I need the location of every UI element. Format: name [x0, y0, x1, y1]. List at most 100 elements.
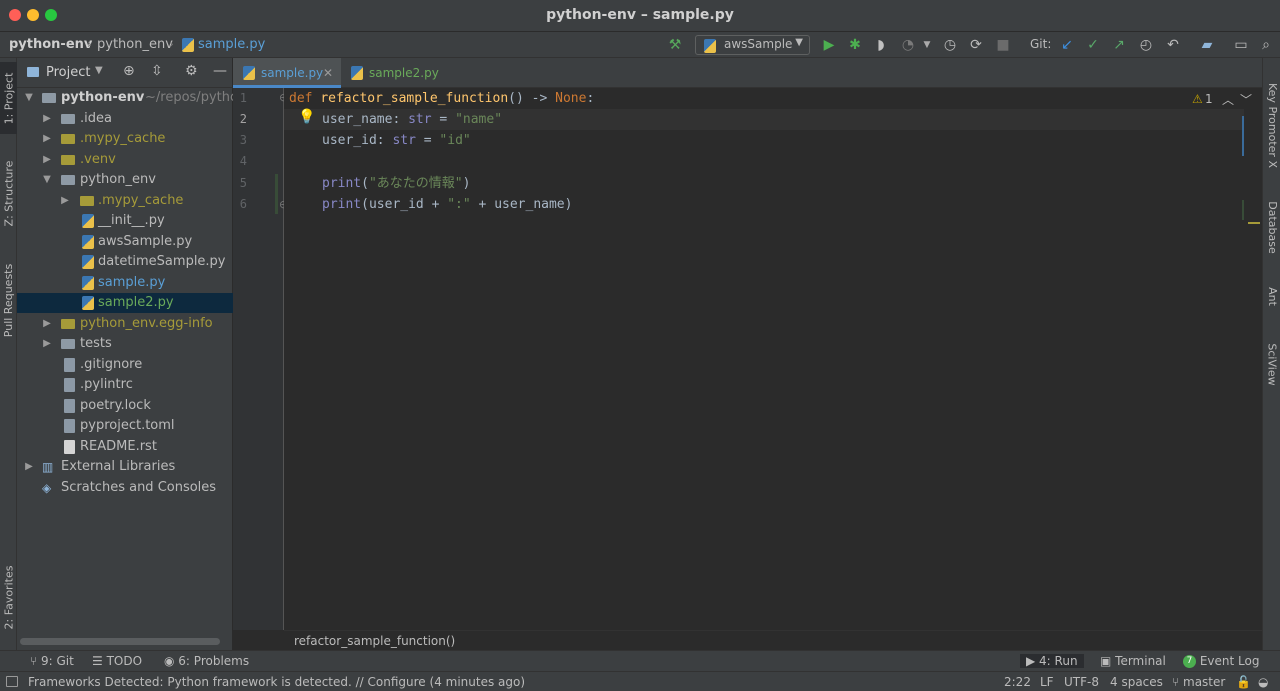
structure-tool-tab[interactable]: Z: Structure: [0, 150, 17, 236]
chevron-down-icon[interactable]: ﹀: [1240, 91, 1252, 108]
collapse-all-icon[interactable]: ⇳: [151, 63, 163, 79]
git-history-icon[interactable]: ◴: [1137, 36, 1155, 54]
warning-icon[interactable]: ⚠: [1192, 92, 1203, 106]
project-structure-icon[interactable]: ▰: [1198, 36, 1216, 54]
close-tab-icon[interactable]: ✕: [323, 58, 333, 88]
horizontal-scrollbar[interactable]: [20, 638, 220, 645]
indent-setting[interactable]: 4 spaces: [1110, 675, 1163, 689]
tree-item-readme[interactable]: README.rst: [17, 437, 233, 457]
scroll-marker: [1242, 116, 1244, 156]
rerun-icon[interactable]: ⟳: [967, 36, 985, 54]
run-tool-button[interactable]: ▶ 4: Run: [1020, 654, 1084, 668]
terminal-tool-button[interactable]: ▣ Terminal: [1100, 654, 1166, 668]
code-editor[interactable]: def refactor_sample_function() -> None: …: [284, 88, 1262, 630]
line-number: 3: [239, 133, 247, 147]
more-run-options-icon[interactable]: ▼: [918, 36, 936, 54]
tree-item-gitignore[interactable]: .gitignore: [17, 355, 233, 375]
build-hammer-icon[interactable]: ⚒: [666, 36, 684, 54]
rollback-icon[interactable]: ↶: [1164, 36, 1182, 54]
breadcrumb-package[interactable]: python_env: [97, 37, 173, 52]
line-separator[interactable]: LF: [1040, 675, 1054, 689]
tree-item-scratches[interactable]: ◈ Scratches and Consoles: [17, 478, 233, 498]
tool-window-bar: ⑂ 9: Git ☰ TODO ◉ 6: Problems ▶ 4: Run ▣…: [0, 650, 1280, 671]
tree-item-idea[interactable]: ▶ .idea: [17, 109, 233, 129]
chevron-up-icon[interactable]: ︿: [1222, 91, 1234, 108]
breadcrumb-separator-icon: ›: [169, 37, 174, 51]
ant-tool-tab[interactable]: Ant: [1263, 276, 1280, 316]
debug-bug-icon[interactable]: ✱: [846, 36, 864, 54]
locate-target-icon[interactable]: ⊕: [123, 63, 135, 79]
lock-icon[interactable]: 🔓: [1236, 675, 1251, 689]
terminal-view-icon[interactable]: ▭: [1232, 36, 1250, 54]
hide-panel-icon[interactable]: —: [213, 63, 227, 79]
folder-icon: [42, 93, 56, 103]
todo-tool-button[interactable]: ☰ TODO: [92, 654, 142, 668]
chevron-right-icon: ▶: [25, 461, 33, 472]
status-bar: Frameworks Detected: Python framework is…: [0, 671, 1280, 691]
tab-sample2-py[interactable]: sample2.py: [341, 58, 459, 88]
tree-item-mypy-cache[interactable]: ▶ .mypy_cache: [17, 129, 233, 149]
code-line-6: print(user_id + ":" + user_name): [322, 197, 573, 212]
coverage-shield-icon[interactable]: ◗: [872, 36, 890, 54]
tree-item-venv[interactable]: ▶ .venv: [17, 150, 233, 170]
run-configuration-select[interactable]: awsSample ▼: [695, 35, 810, 55]
sciview-tool-tab[interactable]: SciView: [1263, 334, 1280, 394]
breadcrumb-separator-icon: ›: [87, 37, 92, 51]
breadcrumb-file[interactable]: sample.py: [198, 37, 265, 52]
tree-item-sample-py[interactable]: sample.py: [17, 273, 233, 293]
tree-item-egg-info[interactable]: ▶ python_env.egg-info: [17, 314, 233, 334]
tree-item-init-py[interactable]: __init__.py: [17, 211, 233, 231]
breadcrumb-project[interactable]: python-env: [9, 37, 92, 52]
git-branch-status[interactable]: ⑂ master: [1172, 675, 1225, 689]
folder-icon: [61, 155, 75, 165]
breadcrumb-function[interactable]: refactor_sample_function(): [294, 632, 455, 650]
tree-item-datetimesample-py[interactable]: datetimeSample.py: [17, 252, 233, 272]
git-tool-button[interactable]: ⑂ 9: Git: [30, 654, 74, 668]
chevron-down-icon[interactable]: ▼: [95, 65, 103, 76]
project-view-select[interactable]: Project: [46, 65, 90, 80]
toggle-tool-windows-icon[interactable]: [6, 676, 18, 687]
key-promoter-tool-tab[interactable]: Key Promoter X: [1263, 70, 1280, 180]
python-file-icon: [351, 66, 363, 80]
tree-item-external-libraries[interactable]: ▶ ▥ External Libraries: [17, 457, 233, 477]
vcs-change-marker[interactable]: [275, 174, 278, 214]
tree-item-sample2-py[interactable]: sample2.py: [17, 293, 233, 313]
lightbulb-icon[interactable]: 💡: [298, 109, 315, 125]
project-tool-tab[interactable]: 1: Project: [0, 62, 17, 134]
event-log-tool-button[interactable]: 7 Event Log: [1183, 654, 1259, 668]
stop-icon[interactable]: ■: [994, 36, 1012, 54]
terminal-icon: ▣: [1100, 654, 1116, 668]
favorites-tool-tab[interactable]: 2: Favorites: [0, 554, 17, 640]
folder-icon: [80, 196, 94, 206]
pull-requests-tool-tab[interactable]: Pull Requests: [0, 250, 17, 350]
tree-item-root[interactable]: ▼ python-env ~/repos/pytho: [17, 88, 233, 108]
tree-item-pyproject-toml[interactable]: pyproject.toml: [17, 416, 233, 436]
gear-icon[interactable]: ⚙: [185, 63, 198, 79]
git-commit-icon[interactable]: ✓: [1084, 36, 1102, 54]
file-encoding[interactable]: UTF-8: [1064, 675, 1099, 689]
git-push-icon[interactable]: ↗: [1110, 36, 1128, 54]
tree-item-pylintrc[interactable]: .pylintrc: [17, 375, 233, 395]
folder-icon: [61, 134, 75, 144]
tree-item-python-env[interactable]: ▼ python_env: [17, 170, 233, 190]
tree-item-poetry-lock[interactable]: poetry.lock: [17, 396, 233, 416]
search-icon[interactable]: ⌕: [1257, 36, 1275, 54]
problems-tool-button[interactable]: ◉ 6: Problems: [164, 654, 249, 668]
lock-file-icon: [64, 399, 75, 413]
memory-indicator-icon[interactable]: ◒: [1258, 675, 1268, 689]
tree-item-awssample-py[interactable]: awsSample.py: [17, 232, 233, 252]
git-update-icon[interactable]: ↙: [1058, 36, 1076, 54]
profile-icon[interactable]: ◔: [899, 36, 917, 54]
tree-item-mypy-cache-nested[interactable]: ▶ .mypy_cache: [17, 191, 233, 211]
window-title: python-env – sample.py: [546, 7, 734, 23]
caret-position[interactable]: 2:22: [1004, 675, 1031, 689]
chevron-right-icon: ▶: [61, 195, 69, 206]
title-bar: python-env – sample.py: [0, 0, 1280, 32]
tree-item-tests[interactable]: ▶ tests: [17, 334, 233, 354]
run-icon[interactable]: ▶: [820, 36, 838, 54]
tab-sample-py[interactable]: sample.py ✕: [233, 58, 341, 88]
status-message[interactable]: Frameworks Detected: Python framework is…: [28, 675, 525, 689]
attach-profiler-icon[interactable]: ◷: [941, 36, 959, 54]
database-tool-tab[interactable]: Database: [1263, 192, 1280, 262]
chevron-right-icon: ▶: [43, 133, 51, 144]
